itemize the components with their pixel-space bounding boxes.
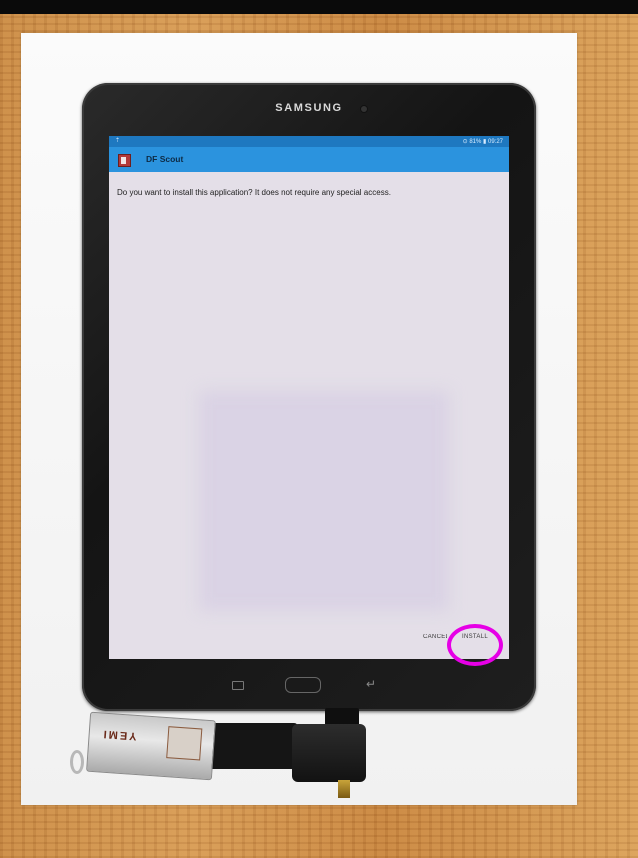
- usb-stick: YEMI: [86, 711, 216, 781]
- usb-label: YEMI: [101, 727, 137, 742]
- android-icon: ⇡: [115, 138, 121, 144]
- install-question: Do you want to install this application?…: [117, 188, 391, 197]
- cancel-button[interactable]: CANCEL: [423, 634, 447, 640]
- status-info: ⊙ 81% ▮ 09:27: [462, 139, 503, 145]
- app-title: DF Scout: [146, 154, 184, 164]
- app-icon: [118, 154, 131, 167]
- otg-adapter-body: [208, 723, 298, 769]
- brand-logo: SAMSUNG: [275, 102, 343, 114]
- tablet-screen: ⇡ ⊙ 81% ▮ 09:27 DF Scout Do you want to …: [109, 136, 509, 659]
- micro-usb-plug: [338, 780, 350, 798]
- status-bar: ⇡ ⊙ 81% ▮ 09:27: [109, 136, 509, 147]
- home-button[interactable]: [285, 677, 321, 693]
- app-bar: DF Scout: [109, 147, 509, 172]
- screen-reflection: [199, 391, 449, 611]
- install-highlight-circle: [447, 624, 503, 666]
- tablet: SAMSUNG ⇡ ⊙ 81% ▮ 09:27 DF Scout Do you …: [82, 83, 536, 711]
- keyring-loop: [70, 750, 84, 774]
- back-icon[interactable]: ↵: [366, 677, 376, 691]
- usb-logo: [166, 726, 203, 761]
- recent-apps-icon[interactable]: [232, 681, 244, 690]
- camera-icon: [361, 106, 367, 112]
- otg-adapter: [292, 724, 366, 782]
